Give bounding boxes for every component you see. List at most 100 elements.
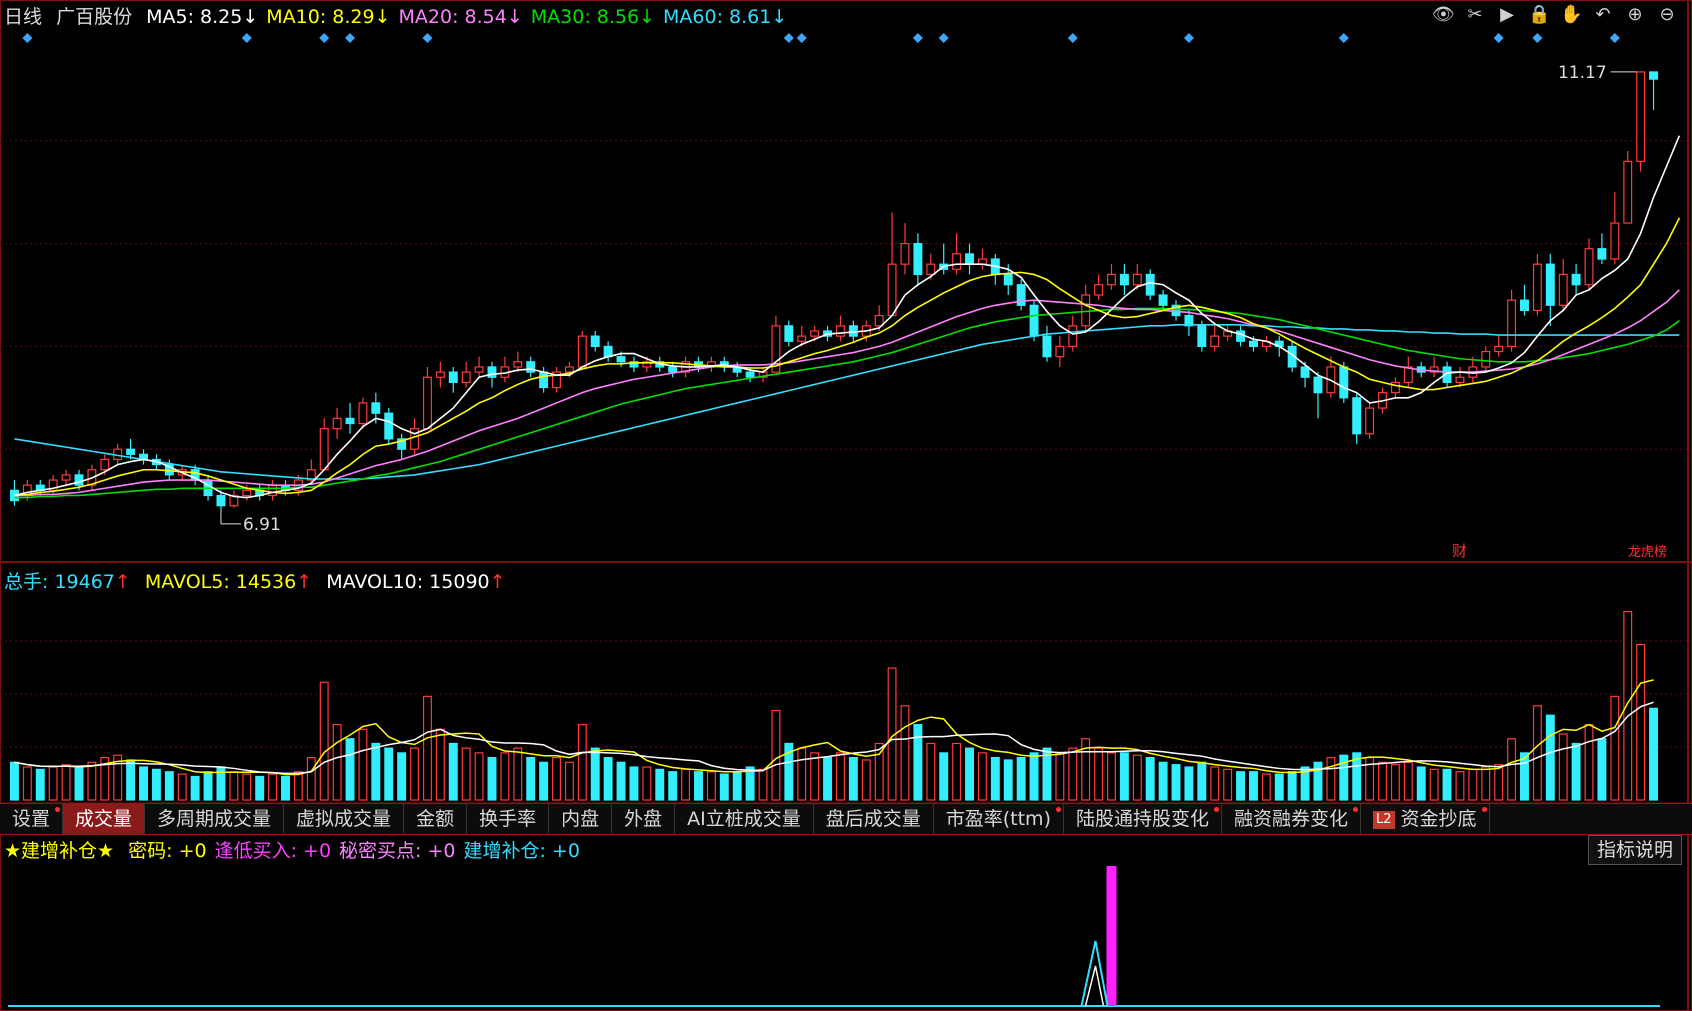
candle-body — [422, 376, 432, 430]
volume-bar — [552, 756, 561, 801]
stock-name[interactable]: 广百股份 — [56, 6, 132, 28]
play-icon[interactable]: ▶ — [1496, 4, 1518, 26]
volume-bar — [1016, 756, 1026, 801]
l2-badge: L2 — [1373, 810, 1395, 829]
period-label[interactable]: 日线 — [4, 6, 42, 28]
volume-bar — [965, 747, 974, 801]
candle-body — [564, 366, 574, 373]
volume-bar — [1390, 764, 1400, 801]
candle-body — [1623, 160, 1633, 224]
ma-label: MA60: 8.61 — [663, 6, 772, 28]
candle-body — [74, 474, 84, 486]
candle-body — [1649, 71, 1659, 80]
candle-body — [268, 484, 278, 497]
notification-dot — [1353, 807, 1359, 812]
candle-body — [1584, 248, 1594, 286]
candle-body — [952, 253, 962, 270]
volume-total-arrow: ↑ — [114, 571, 131, 593]
volume-bar — [861, 759, 871, 801]
eye-icon[interactable]: 👁 — [1432, 4, 1455, 26]
indicator-explain-button[interactable]: 指标说明 — [1587, 835, 1682, 865]
candle-body — [1029, 304, 1039, 337]
candle-body — [242, 489, 252, 497]
tab-10[interactable]: 市盈率(ttm) — [934, 804, 1064, 834]
zoom-out-icon[interactable]: ⊖ — [1656, 4, 1678, 26]
indicator-header: ★建增补仓★ 密码: +0 逢低买入: +0 秘密买点: +0 建增补仓: +0 — [4, 836, 588, 863]
candle-body — [797, 335, 807, 342]
volume-bar — [177, 773, 187, 801]
volume-bar — [823, 756, 833, 801]
signal-diamond — [783, 33, 794, 43]
volume-bar — [1029, 752, 1039, 801]
candle-body — [1545, 263, 1555, 306]
tab-13[interactable]: L2 资金抄底 — [1361, 804, 1490, 834]
scissors-icon[interactable]: ✂ — [1464, 4, 1486, 26]
tab-11[interactable]: 陆股通持股变化 — [1064, 804, 1222, 834]
volume-bar — [410, 747, 420, 801]
candle-body — [384, 412, 394, 440]
tab-0[interactable]: 设置 — [0, 804, 64, 834]
candle-body — [1571, 273, 1581, 286]
volume-total: 总手: 19467 — [4, 571, 115, 593]
candle-body — [474, 366, 484, 373]
volume-bar — [448, 742, 458, 801]
indicator-values: 密码: +0 逢低买入: +0 秘密买点: +0 建增补仓: +0 — [128, 840, 588, 862]
tab-3[interactable]: 虚拟成交量 — [284, 804, 405, 834]
volume-bar — [810, 752, 820, 801]
candle-body — [900, 243, 910, 265]
volume-bar — [771, 709, 781, 801]
tab-label: 内盘 — [561, 808, 600, 830]
ma-trend-arrow: ↓ — [639, 6, 656, 28]
candle-body — [332, 417, 342, 430]
candle-body — [61, 474, 71, 481]
candle-body — [1390, 381, 1400, 394]
signal-diamond — [422, 33, 433, 43]
candle-body — [848, 325, 858, 337]
ma-label: MA30: 8.56 — [530, 6, 640, 28]
signal-diamond — [345, 33, 356, 43]
volume-bar — [1507, 738, 1517, 801]
high-price-label: 11.17 — [1558, 63, 1607, 83]
ma30-line — [14, 307, 1680, 499]
tab-4[interactable]: 金额 — [404, 804, 468, 834]
signal-diamond — [22, 33, 33, 43]
tab-1[interactable]: 成交量 — [63, 804, 146, 834]
tab-2[interactable]: 多周期成交量 — [145, 804, 285, 834]
indicator-tabs: 设置 成交量 多周期成交量 虚拟成交量 金额 换手率 内盘 外盘 AI立桩成交量 盘后成交量 市盈率… — [0, 803, 1692, 835]
candle-body — [1610, 222, 1620, 260]
volume-bar — [345, 738, 355, 801]
volume-bar — [1403, 761, 1413, 801]
candle-body — [1597, 248, 1607, 260]
zoom-in-icon[interactable]: ⊕ — [1624, 4, 1646, 26]
signal-diamond — [1338, 33, 1349, 43]
candle-body — [358, 402, 368, 425]
volume-bar — [913, 724, 923, 801]
indicator-value: 逢低买入: +0 — [214, 840, 332, 862]
tab-7[interactable]: 外盘 — [612, 804, 676, 834]
candle-body — [887, 263, 897, 317]
tab-6[interactable]: 内盘 — [549, 804, 613, 834]
volume-bar — [1584, 724, 1594, 801]
candle-body — [1403, 366, 1413, 383]
ma-trend-arrow: ↓ — [374, 6, 391, 28]
volume-bar — [668, 771, 678, 801]
volume-bar — [306, 756, 316, 801]
volume-bar — [487, 756, 497, 801]
hand-icon[interactable]: ✋ — [1560, 4, 1582, 26]
volume-bar — [164, 771, 174, 801]
lock-icon[interactable]: 🔒 — [1528, 4, 1550, 26]
volume-bar — [500, 752, 510, 801]
volume-bar — [1558, 733, 1568, 801]
volume-bar — [681, 768, 691, 801]
tab-8[interactable]: AI立桩成交量 — [675, 804, 814, 834]
volume-bar — [1287, 771, 1297, 801]
tab-12[interactable]: 融资融券变化 — [1222, 804, 1362, 834]
volume-bar — [358, 728, 368, 801]
tab-5[interactable]: 换手率 — [467, 804, 550, 834]
tab-9[interactable]: 盘后成交量 — [814, 804, 934, 834]
undo-icon[interactable]: ↶ — [1592, 4, 1614, 26]
volume-bar — [1197, 761, 1207, 801]
candle-body — [590, 335, 600, 347]
signal-diamond — [1532, 33, 1543, 43]
volume-bar — [1494, 764, 1504, 801]
